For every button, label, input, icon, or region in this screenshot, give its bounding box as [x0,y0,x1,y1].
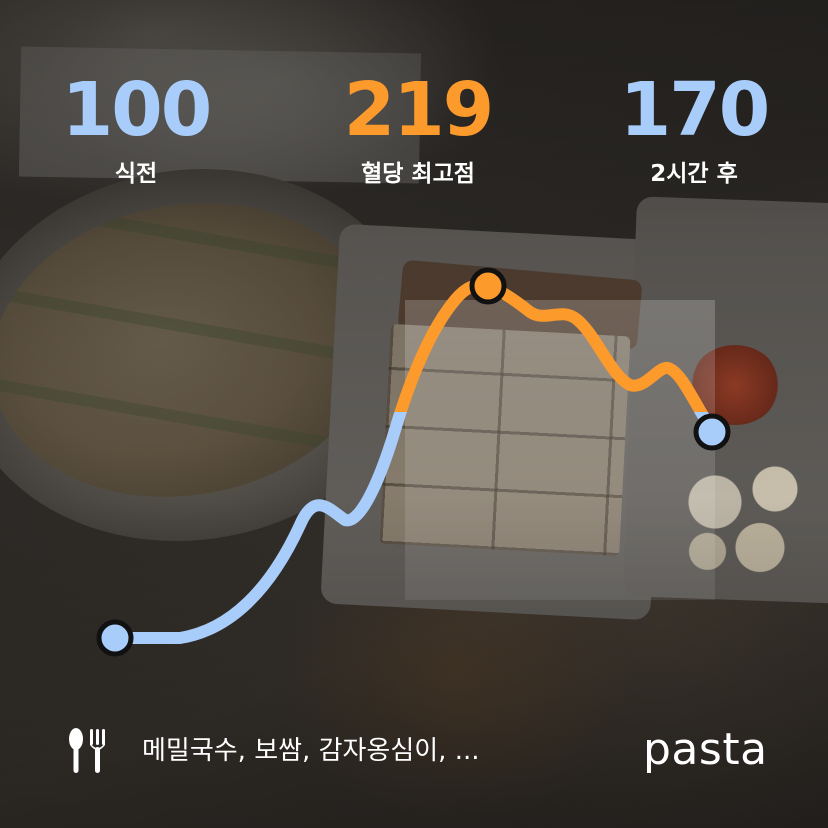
curve-line-high [394,279,708,412]
meal-foods: 메밀국수, 보쌈, 감자옹심이, ... [142,736,480,766]
utensils-icon [69,728,105,773]
peak-point [469,267,507,305]
brand-logo: pasta [643,724,768,775]
glucose-curve [96,267,731,657]
glucose-share-card: 100 식전 219 혈당 최고점 170 2시간 후 메밀국수, 보쌈, 감자… [0,0,828,828]
curve-line-normal [109,412,718,644]
before-point [96,619,134,657]
after-point [693,413,731,451]
